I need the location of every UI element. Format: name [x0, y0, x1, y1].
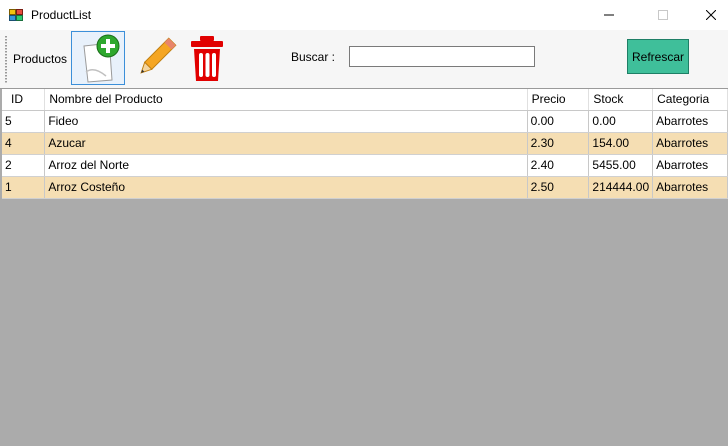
minimize-icon — [604, 14, 614, 16]
app-window-icon[interactable] — [9, 8, 23, 22]
cell-categoria[interactable]: Abarrotes — [652, 176, 728, 199]
edit-product-button[interactable] — [129, 31, 183, 85]
close-button[interactable] — [688, 0, 728, 30]
cell-precio[interactable]: 2.30 — [527, 132, 590, 155]
cell-categoria[interactable]: Abarrotes — [652, 132, 728, 155]
cell-id[interactable]: 2 — [2, 154, 46, 177]
cell-nombre[interactable]: Arroz Costeño — [44, 176, 528, 199]
search-input[interactable] — [349, 46, 535, 67]
table-row[interactable]: 1 Arroz Costeño 2.50 214444.00 Abarrotes — [2, 176, 728, 199]
maximize-icon — [658, 10, 668, 20]
delete-product-button[interactable] — [181, 31, 235, 85]
window-title: ProductList — [31, 8, 92, 22]
new-document-icon — [83, 34, 120, 83]
maximize-button[interactable] — [640, 0, 686, 30]
data-grid[interactable]: ID Nombre del Producto Precio Stock Cate… — [0, 89, 728, 446]
cell-precio[interactable]: 2.50 — [527, 176, 590, 199]
column-header-precio[interactable]: Precio — [527, 89, 590, 111]
cell-categoria[interactable]: Abarrotes — [652, 154, 728, 177]
productos-label: Productos — [13, 52, 68, 66]
products-table: ID Nombre del Producto Precio Stock Cate… — [2, 89, 728, 199]
cell-stock[interactable]: 0.00 — [588, 110, 654, 133]
new-product-button[interactable] — [71, 31, 125, 85]
column-header-stock[interactable]: Stock — [588, 89, 654, 111]
cell-categoria[interactable]: Abarrotes — [652, 110, 728, 133]
table-row[interactable]: 5 Fideo 0.00 0.00 Abarrotes — [2, 110, 728, 133]
trash-icon — [191, 36, 223, 81]
title-bar: ProductList — [0, 0, 728, 30]
column-header-categoria[interactable]: Categoria — [652, 89, 728, 111]
column-header-nombre[interactable]: Nombre del Producto — [44, 89, 528, 111]
cell-stock[interactable]: 154.00 — [588, 132, 654, 155]
cell-id[interactable]: 1 — [2, 176, 46, 199]
cell-nombre[interactable]: Azucar — [44, 132, 528, 155]
toolbar: Productos Buscar : Refrescar — [0, 30, 728, 89]
table-row[interactable]: 2 Arroz del Norte 2.40 5455.00 Abarrotes — [2, 154, 728, 177]
cell-id[interactable]: 5 — [2, 110, 46, 133]
cell-id[interactable]: 4 — [2, 132, 46, 155]
close-icon — [706, 10, 716, 20]
column-header-id[interactable]: ID — [2, 89, 46, 111]
header-row: ID Nombre del Producto Precio Stock Cate… — [2, 89, 728, 111]
cell-nombre[interactable]: Arroz del Norte — [44, 154, 528, 177]
cell-stock[interactable]: 5455.00 — [588, 154, 654, 177]
minimize-button[interactable] — [586, 0, 632, 30]
pencil-icon — [140, 37, 177, 74]
cell-precio[interactable]: 0.00 — [527, 110, 590, 133]
cell-nombre[interactable]: Fideo — [44, 110, 528, 133]
cell-precio[interactable]: 2.40 — [527, 154, 590, 177]
table-row[interactable]: 4 Azucar 2.30 154.00 Abarrotes — [2, 132, 728, 155]
buscar-label: Buscar : — [291, 50, 336, 64]
refresh-button[interactable]: Refrescar — [627, 39, 689, 74]
cell-stock[interactable]: 214444.00 — [588, 176, 654, 199]
toolbar-grip[interactable] — [5, 36, 7, 84]
